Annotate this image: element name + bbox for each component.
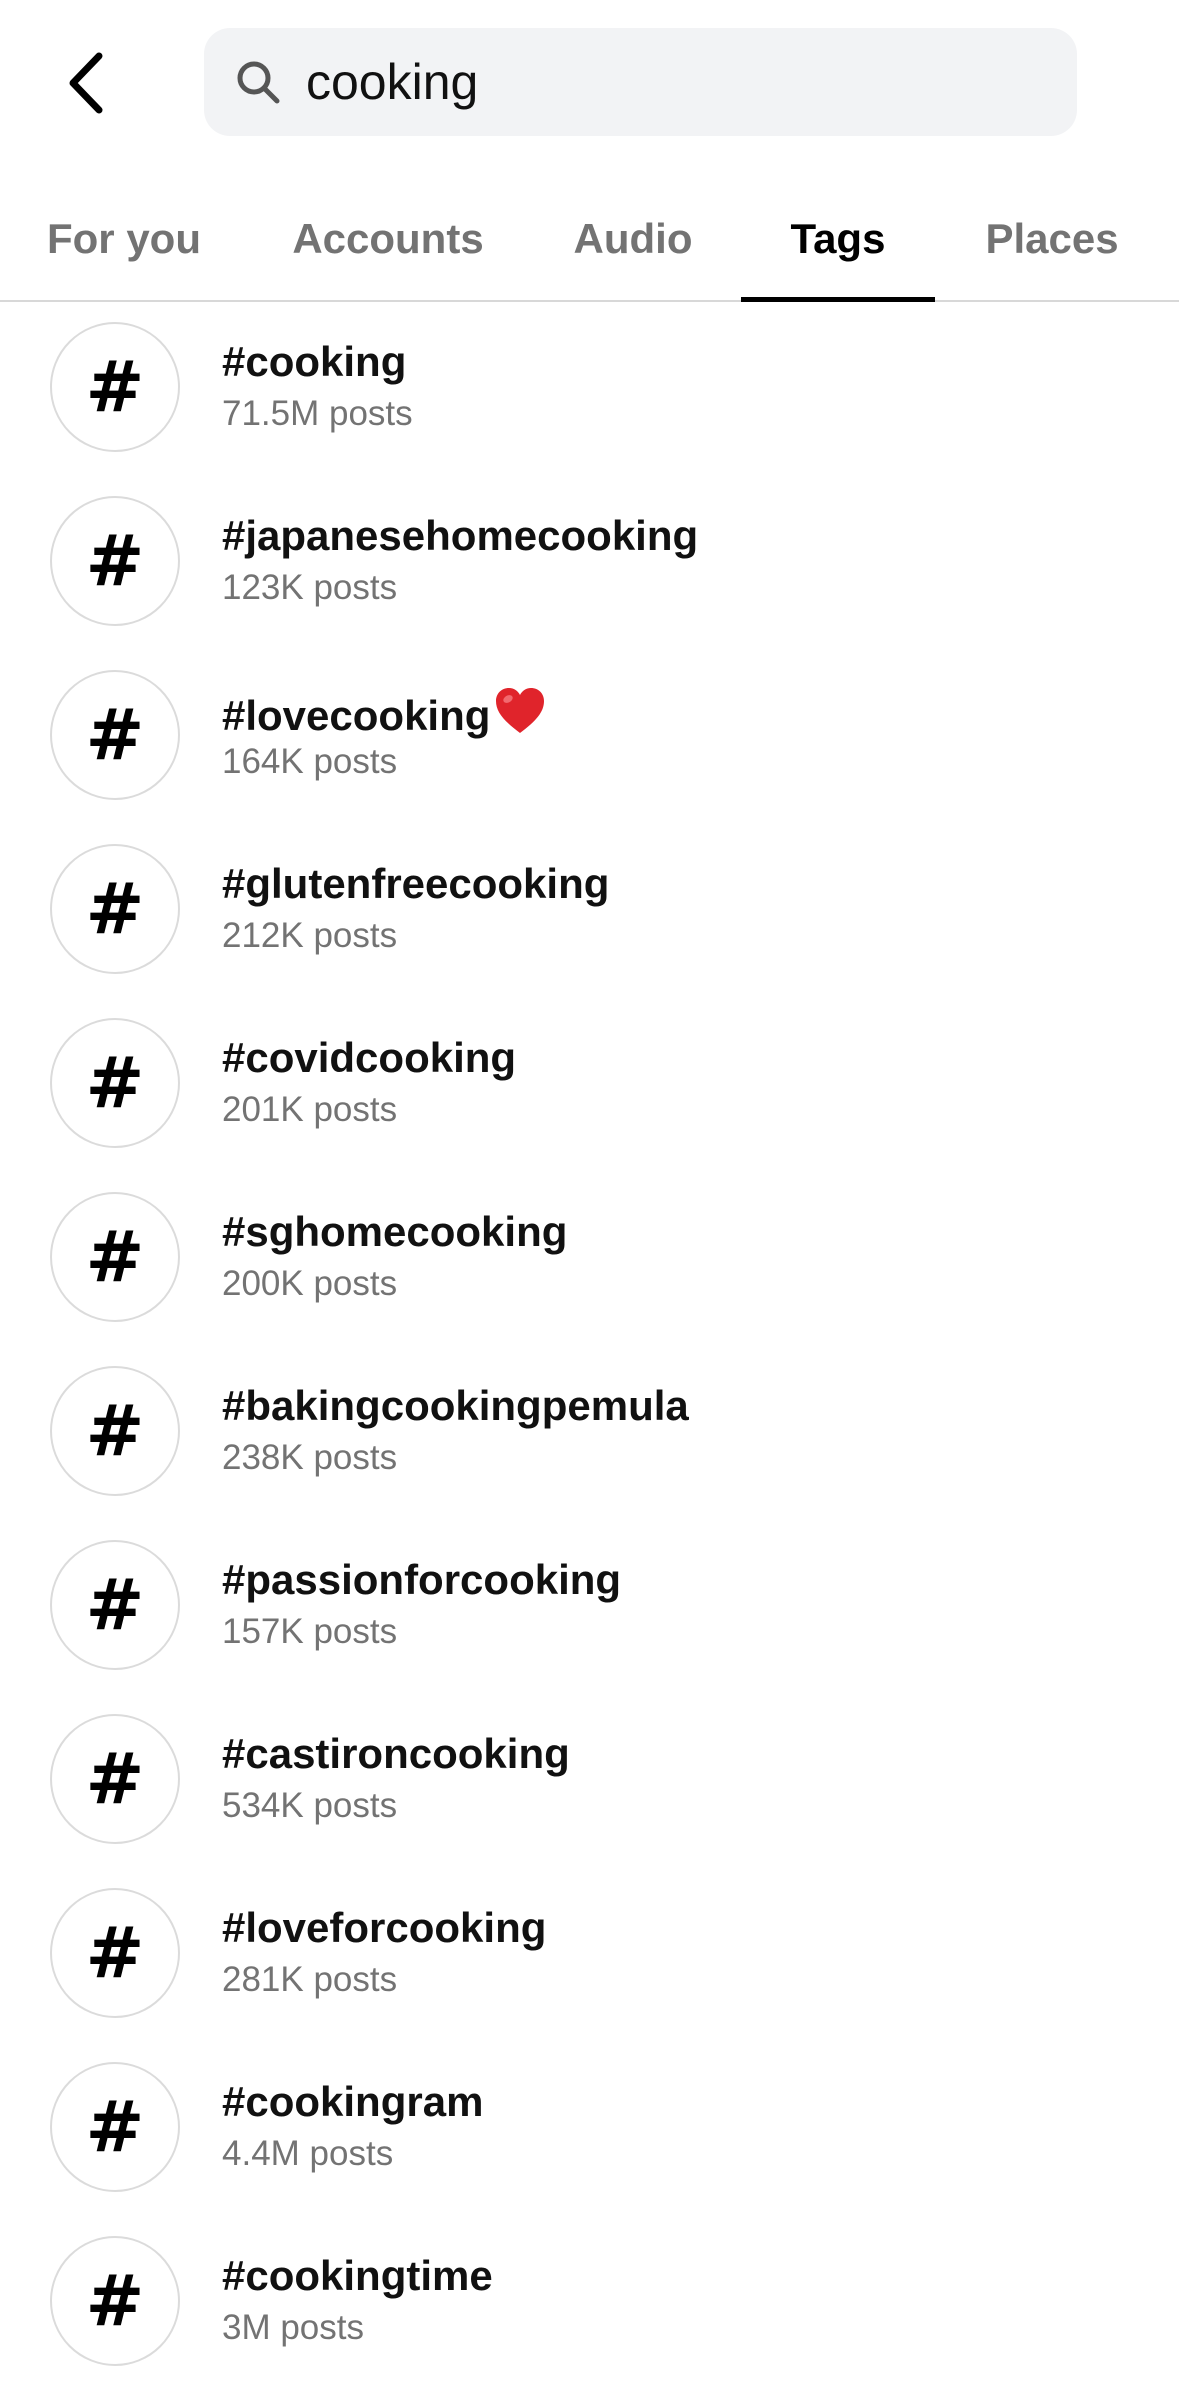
tag-name: #sghomecooking xyxy=(222,1208,568,1255)
list-item[interactable]: # #japanesehomecooking 123K posts xyxy=(0,476,1179,650)
tab-tags[interactable]: Tags xyxy=(741,178,935,302)
search-input[interactable] xyxy=(306,47,1046,117)
tag-name: #covidcooking xyxy=(222,1034,517,1081)
tag-name: #japanesehomecooking xyxy=(222,512,699,559)
tag-name: #lovecooking xyxy=(222,692,491,739)
header xyxy=(0,0,1179,165)
search-bar[interactable] xyxy=(204,28,1077,136)
list-item[interactable]: # #sghomecooking 200K posts xyxy=(0,1172,1179,1346)
list-item[interactable]: # #glutenfreecooking 212K posts xyxy=(0,824,1179,998)
post-count: 71.5M posts xyxy=(222,394,413,433)
list-item[interactable]: # #lovecooking 164K posts xyxy=(0,650,1179,824)
tag-name: #cookingtime xyxy=(222,2252,493,2299)
search-icon xyxy=(234,58,282,106)
list-item[interactable]: # #covidcooking 201K posts xyxy=(0,998,1179,1172)
tab-accounts[interactable]: Accounts xyxy=(284,178,492,300)
hashtag-icon: # xyxy=(50,2062,180,2192)
chevron-left-icon xyxy=(69,52,103,114)
tag-name: #bakingcookingpemula xyxy=(222,1382,689,1429)
post-count: 157K posts xyxy=(222,1612,398,1651)
tab-audio[interactable]: Audio xyxy=(566,178,700,300)
post-count: 201K posts xyxy=(222,1090,398,1129)
post-count: 200K posts xyxy=(222,1264,398,1303)
list-item[interactable]: # #cooking 71.5M posts xyxy=(0,302,1179,476)
post-count: 534K posts xyxy=(222,1786,398,1825)
hashtag-icon: # xyxy=(50,844,180,974)
list-item[interactable]: # #cookingtime 3M posts xyxy=(0,2216,1179,2390)
post-count: 212K posts xyxy=(222,916,398,955)
tag-name: #glutenfreecooking xyxy=(222,860,610,907)
list-item[interactable]: # #loveforcooking 281K posts xyxy=(0,1868,1179,2042)
red-heart-icon xyxy=(494,686,546,746)
post-count: 281K posts xyxy=(222,1960,398,1999)
post-count: 123K posts xyxy=(222,568,398,607)
hashtag-icon: # xyxy=(50,1366,180,1496)
hashtag-icon: # xyxy=(50,496,180,626)
hashtag-icon: # xyxy=(50,1714,180,1844)
tab-bar: For you Accounts Audio Tags Places xyxy=(0,178,1179,302)
tag-name: #cooking xyxy=(222,338,407,385)
hashtag-icon: # xyxy=(50,2236,180,2366)
post-count: 3M posts xyxy=(222,2308,364,2347)
tab-places[interactable]: Places xyxy=(978,178,1126,300)
post-count: 164K posts xyxy=(222,742,398,781)
list-item[interactable]: # #cookingram 4.4M posts xyxy=(0,2042,1179,2216)
list-item[interactable]: # #passionforcooking 157K posts xyxy=(0,1520,1179,1694)
list-item[interactable]: # #castironcooking 534K posts xyxy=(0,1694,1179,1868)
hashtag-icon: # xyxy=(50,670,180,800)
tag-name: #cookingram xyxy=(222,2078,484,2125)
hashtag-icon: # xyxy=(50,1540,180,1670)
tag-name: #castironcooking xyxy=(222,1730,570,1777)
hashtag-icon: # xyxy=(50,1192,180,1322)
tag-name: #loveforcooking xyxy=(222,1904,547,1951)
tag-name: #passionforcooking xyxy=(222,1556,622,1603)
post-count: 238K posts xyxy=(222,1438,398,1477)
back-button[interactable] xyxy=(44,38,128,128)
hashtag-icon: # xyxy=(50,1018,180,1148)
tag-name-with-emoji: #lovecooking xyxy=(222,686,546,746)
hashtag-icon: # xyxy=(50,1888,180,2018)
list-item[interactable]: # #bakingcookingpemula 238K posts xyxy=(0,1346,1179,1520)
hashtag-icon: # xyxy=(50,322,180,452)
tab-for-you[interactable]: For you xyxy=(34,178,214,300)
post-count: 4.4M posts xyxy=(222,2134,394,2173)
